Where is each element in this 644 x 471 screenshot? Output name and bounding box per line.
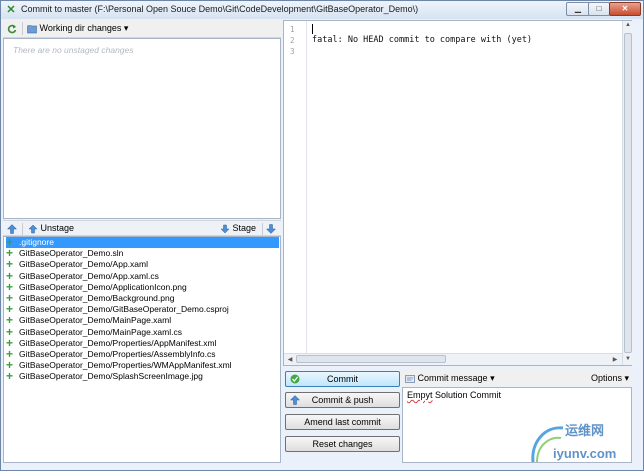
push-icon bbox=[290, 395, 300, 405]
line-number: 2 bbox=[290, 36, 295, 45]
staged-file-name: GitBaseOperator_Demo/App.xaml bbox=[19, 259, 148, 270]
options-dropdown[interactable]: Options ▾ bbox=[591, 373, 629, 384]
line-number: 1 bbox=[290, 25, 295, 34]
staged-file-name: GitBaseOperator_Demo/MainPage.xaml bbox=[19, 315, 172, 326]
diff-text: fatal: No HEAD commit to compare with (y… bbox=[312, 35, 533, 45]
unstage-icon bbox=[28, 224, 38, 233]
unstaged-empty-text: There are no unstaged changes bbox=[13, 45, 134, 55]
scroll-left-arrow-icon[interactable]: ◀ bbox=[286, 356, 294, 363]
text-caret bbox=[312, 24, 313, 34]
unstaged-toolbar: Working dir changes ▾ bbox=[3, 20, 281, 38]
chevron-down-icon: ▾ bbox=[624, 373, 630, 383]
staged-file-row[interactable]: + GitBaseOperator_Demo/Properties/Assembl… bbox=[6, 348, 279, 360]
scroll-up-arrow-icon[interactable]: ▲ bbox=[623, 22, 633, 28]
scroll-right-arrow-icon[interactable]: ▶ bbox=[611, 356, 619, 363]
commit-message-dropdown[interactable]: Commit message ▾ bbox=[405, 373, 495, 384]
unstage-button[interactable]: Unstage bbox=[28, 223, 74, 234]
options-label: Options bbox=[591, 373, 623, 383]
commit-button[interactable]: Commit bbox=[285, 371, 400, 387]
staged-file-name: GitBaseOperator_Demo/GitBaseOperator_Dem… bbox=[19, 304, 229, 315]
line-number-gutter: 1 2 3 bbox=[284, 21, 307, 365]
message-icon bbox=[405, 374, 415, 383]
added-file-icon: + bbox=[6, 369, 14, 384]
working-dir-dropdown[interactable]: Working dir changes ▾ bbox=[27, 23, 128, 34]
folder-icon bbox=[27, 24, 37, 33]
title-bar: ✕ Commit to master (F:\Personal Open Sou… bbox=[1, 1, 643, 19]
toolbar-separator bbox=[22, 223, 23, 235]
staged-file-row[interactable]: + GitBaseOperator_Demo/Properties/WMAppMa… bbox=[6, 359, 279, 371]
watermark-chinese-text: 运维网 bbox=[565, 423, 605, 438]
staged-file-name: GitBaseOperator_Demo.sln bbox=[19, 248, 124, 259]
stage-all-button[interactable] bbox=[266, 223, 276, 234]
staged-file-row[interactable]: + GitBaseOperator_Demo/MainPage.xaml.cs bbox=[6, 326, 279, 338]
staged-file-name: GitBaseOperator_Demo/Properties/Assembly… bbox=[19, 348, 216, 359]
refresh-button[interactable] bbox=[7, 23, 17, 34]
staged-file-name: .gitignore bbox=[19, 237, 54, 247]
amend-last-commit-button[interactable]: Amend last commit bbox=[285, 414, 400, 430]
commit-message-label: Commit message bbox=[417, 373, 488, 383]
unstage-all-button[interactable] bbox=[7, 223, 17, 234]
staged-file-row[interactable]: + GitBaseOperator_Demo/MainPage.xaml bbox=[6, 314, 279, 326]
site-watermark-logo: 运维网 iyunv.com bbox=[525, 416, 635, 468]
staged-file-row[interactable]: + GitBaseOperator_Demo/Properties/AppMani… bbox=[6, 337, 279, 349]
app-icon: ✕ bbox=[6, 4, 16, 16]
working-dir-label: Working dir changes bbox=[39, 23, 122, 33]
staged-file-name: GitBaseOperator_Demo/MainPage.xaml.cs bbox=[19, 326, 182, 337]
staged-file-name: GitBaseOperator_Demo/ApplicationIcon.png bbox=[19, 281, 187, 292]
minimize-button[interactable]: ▁ bbox=[566, 2, 590, 16]
staged-file-row[interactable]: + GitBaseOperator_Demo/App.xaml.cs bbox=[6, 270, 279, 282]
chevron-down-icon: ▾ bbox=[490, 373, 495, 383]
watermark-domain-text: iyunv.com bbox=[553, 446, 617, 461]
horizontal-scroll-thumb[interactable] bbox=[296, 355, 446, 363]
stage-toolbar: Unstage Stage bbox=[3, 220, 281, 236]
diff-viewer[interactable]: 1 2 3 fatal: No HEAD commit to compare w… bbox=[283, 20, 632, 366]
stage-all-icon bbox=[266, 223, 276, 234]
refresh-icon bbox=[7, 24, 17, 33]
unstaged-files-pane[interactable] bbox=[3, 38, 281, 219]
close-button[interactable]: ✕ bbox=[609, 2, 641, 16]
stage-label: Stage bbox=[232, 223, 257, 233]
unstage-all-icon bbox=[7, 223, 17, 234]
commit-label: Commit bbox=[327, 374, 358, 384]
commit-message-text: Empyt Solution Commit bbox=[407, 390, 501, 400]
stage-button[interactable]: Stage bbox=[220, 223, 256, 234]
staged-file-list: + .gitignore + GitBaseOperator_Demo.sln + Git… bbox=[6, 236, 279, 461]
staged-file-name: GitBaseOperator_Demo/Properties/AppManif… bbox=[19, 337, 217, 348]
staged-file-row[interactable]: + GitBaseOperator_Demo/Background.png bbox=[6, 292, 279, 304]
amend-label: Amend last commit bbox=[304, 417, 381, 427]
staged-file-row[interactable]: + GitBaseOperator_Demo/GitBaseOperator_De… bbox=[6, 303, 279, 315]
unstage-label: Unstage bbox=[40, 223, 75, 233]
staged-file-row[interactable]: + GitBaseOperator_Demo/SplashScreenImage.… bbox=[6, 369, 279, 384]
line-number: 3 bbox=[290, 47, 295, 56]
vertical-scrollbar[interactable]: ▲ ▼ bbox=[622, 21, 633, 365]
reset-label: Reset changes bbox=[312, 439, 373, 449]
reset-changes-button[interactable]: Reset changes bbox=[285, 436, 400, 452]
staged-file-row[interactable]: + .gitignore bbox=[6, 236, 279, 249]
staged-file-name: GitBaseOperator_Demo/SplashScreenImage.j… bbox=[19, 371, 203, 382]
commit-window: ✕ Commit to master (F:\Personal Open Sou… bbox=[0, 0, 644, 471]
commit-push-button[interactable]: Commit & push bbox=[285, 392, 400, 408]
staged-file-name: GitBaseOperator_Demo/Background.png bbox=[19, 292, 175, 303]
window-title: Commit to master (F:\Personal Open Souce… bbox=[21, 4, 419, 14]
toolbar-separator bbox=[22, 22, 23, 35]
staged-file-name: GitBaseOperator_Demo/Properties/WMAppMan… bbox=[19, 360, 232, 371]
scroll-down-arrow-icon[interactable]: ▼ bbox=[623, 356, 633, 362]
maximize-button[interactable]: □ bbox=[588, 2, 610, 16]
staged-file-row[interactable]: + GitBaseOperator_Demo/ApplicationIcon.pn… bbox=[6, 281, 279, 293]
toolbar-separator bbox=[262, 223, 263, 235]
staged-file-name: GitBaseOperator_Demo/App.xaml.cs bbox=[19, 270, 159, 281]
commit-message-rest: Solution Commit bbox=[432, 390, 502, 400]
vertical-scroll-thumb[interactable] bbox=[624, 33, 632, 353]
stage-icon bbox=[220, 224, 230, 233]
misspelled-word: Empyt bbox=[407, 390, 433, 400]
commit-message-toolbar: Commit message ▾ Options ▾ bbox=[402, 370, 632, 386]
commit-push-label: Commit & push bbox=[311, 395, 374, 405]
chevron-down-icon: ▾ bbox=[123, 23, 129, 33]
staged-file-row[interactable]: + GitBaseOperator_Demo.sln bbox=[6, 247, 279, 259]
commit-check-icon bbox=[290, 374, 300, 384]
staged-file-row[interactable]: + GitBaseOperator_Demo/App.xaml bbox=[6, 258, 279, 270]
horizontal-scrollbar[interactable]: ◀ ▶ bbox=[284, 353, 622, 365]
